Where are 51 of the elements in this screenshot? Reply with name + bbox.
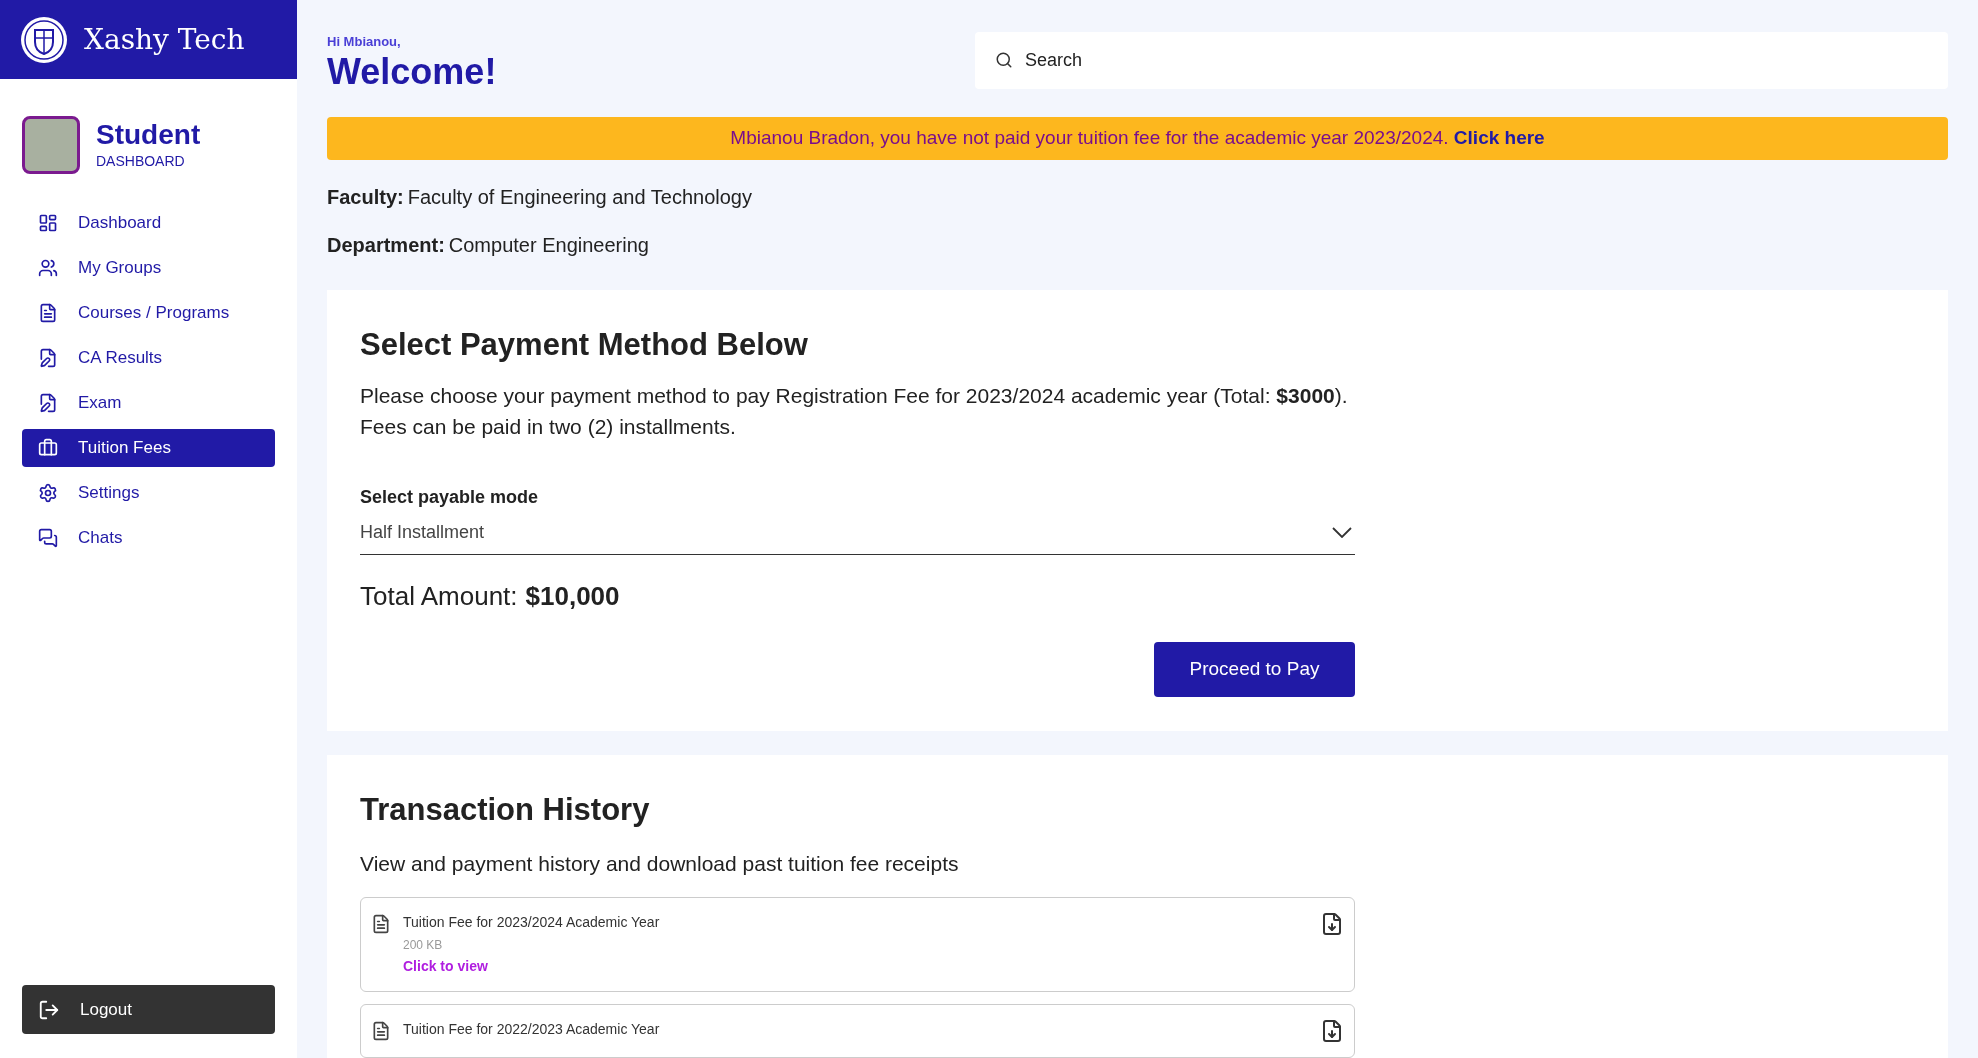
download-icon[interactable]: [1320, 912, 1344, 936]
info-value: Computer Engineering: [448, 232, 649, 258]
card-title: Select Payment Method Below: [360, 325, 809, 364]
alert-link[interactable]: Click here: [1453, 126, 1545, 148]
alert-text: Mbianou Bradon, you have not paid your tuition fee for the academic year 2023/2024. Click here: [730, 125, 1545, 150]
mode-select[interactable]: Half Installment: [360, 511, 1355, 555]
greeting: Hi Mbianou,: [327, 33, 402, 51]
download-icon[interactable]: [1320, 1019, 1344, 1043]
profile-role: Student: [96, 118, 201, 151]
nav-item[interactable]: Dashboard: [22, 204, 275, 242]
proceed-button[interactable]: Proceed to Pay: [1154, 642, 1355, 697]
logout-button[interactable]: Logout: [22, 985, 275, 1034]
search-field[interactable]: Search: [975, 32, 1948, 89]
logout-icon: [38, 998, 60, 1021]
crest-logo: [20, 15, 68, 64]
nav-icon: [38, 258, 58, 278]
nav-item[interactable]: Chats: [22, 519, 275, 557]
history-description: View and payment history and download past tuition fee receipts: [360, 850, 960, 877]
payment-description: Please choose your payment method to pay Registration Fee for 2023/2024 academic year (Total: $3000). Fees can be paid in two (2) installments.: [360, 383, 1349, 440]
avatar-placeholder: [22, 116, 80, 174]
nav-icon: [38, 303, 58, 323]
nav-item[interactable]: Courses / Programs: [22, 294, 275, 332]
nav-icon: [38, 483, 58, 503]
nav-icon: [38, 528, 58, 548]
nav-icon: [38, 393, 58, 413]
total-label: Total Amount:: [360, 580, 518, 613]
search-icon: [995, 51, 1013, 69]
info-value: Faculty of Engineering and Technology: [407, 184, 752, 210]
nav-item[interactable]: My Groups: [22, 249, 275, 287]
receipt-title: Tuition Fee for 2022/2023 Academic Year: [403, 1020, 661, 1039]
file-icon: [371, 914, 391, 934]
nav-item[interactable]: Tuition Fees: [22, 429, 275, 467]
nav-icon: [38, 213, 58, 233]
file-icon: [371, 1021, 391, 1041]
receipt-title: Tuition Fee for 2023/2024 Academic Year: [403, 913, 661, 932]
nav-item[interactable]: CA Results: [22, 339, 275, 377]
chevron-icon: [1332, 527, 1352, 538]
nav-item[interactable]: Exam: [22, 384, 275, 422]
receipt-size: 200 KB: [403, 937, 444, 954]
nav-icon: [38, 438, 58, 458]
brand-name: Xashy Tech: [84, 21, 245, 58]
card-title: Transaction History: [360, 791, 651, 829]
profile-subtitle: DASHBOARD: [96, 151, 186, 171]
welcome-heading: Welcome!: [327, 51, 497, 92]
info-label: Faculty:: [327, 184, 404, 210]
total-value: $10,000: [525, 580, 620, 613]
view-link[interactable]: Click to view: [403, 956, 1308, 977]
nav-item[interactable]: Settings: [22, 474, 275, 512]
nav-icon: [38, 348, 58, 368]
info-label: Department:: [327, 232, 445, 258]
mode-label: Select payable mode: [360, 486, 540, 509]
